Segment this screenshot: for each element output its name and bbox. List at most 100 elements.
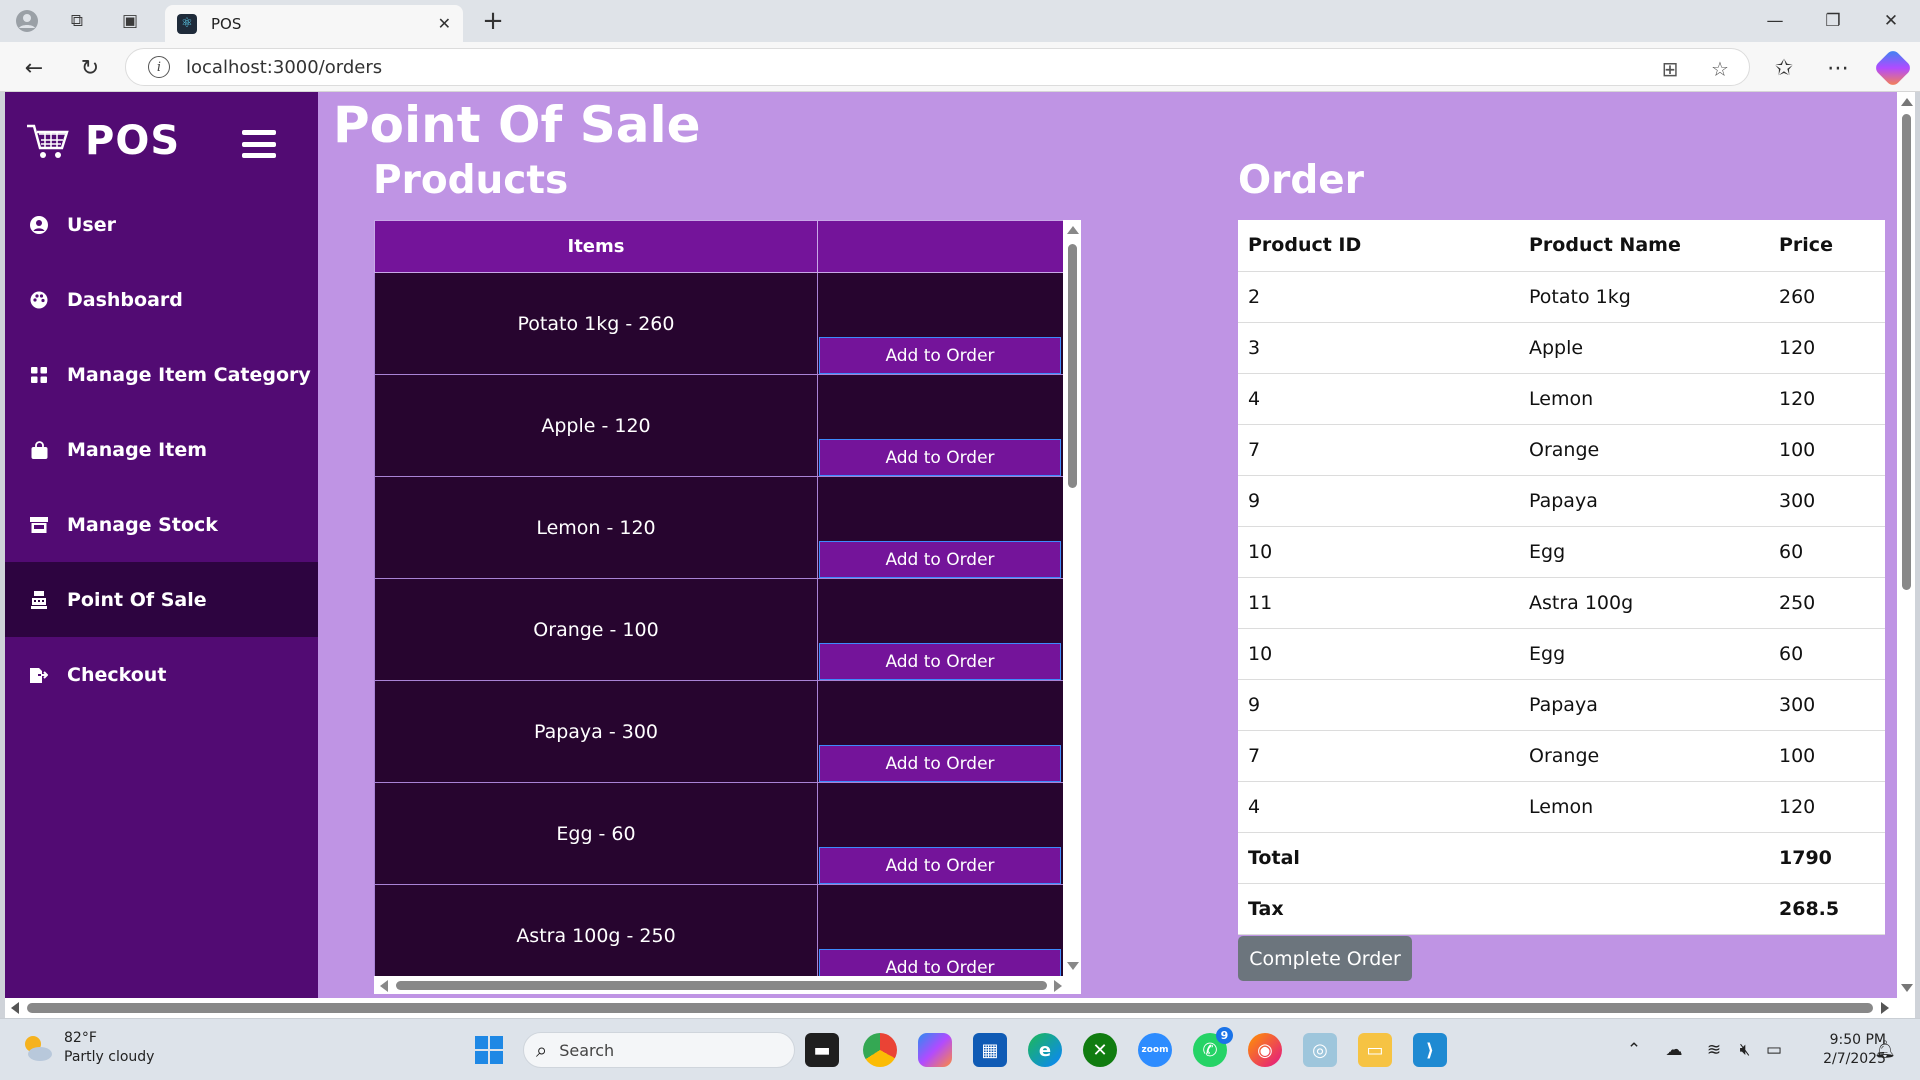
- firefox-icon[interactable]: ◉: [1248, 1033, 1282, 1067]
- file-explorer-icon[interactable]: ▭: [1358, 1033, 1392, 1067]
- scrollbar-thumb[interactable]: [1068, 244, 1077, 488]
- copilot-icon[interactable]: [1873, 48, 1913, 88]
- complete-order-button[interactable]: Complete Order: [1238, 936, 1412, 981]
- restore-icon[interactable]: ❐: [1818, 8, 1848, 34]
- task-view-icon[interactable]: ▬: [805, 1033, 839, 1067]
- table-row: Lemon - 120 Add to Order: [374, 476, 1064, 579]
- add-to-order-button[interactable]: Add to Order: [819, 439, 1061, 476]
- hamburger-menu-icon[interactable]: [242, 130, 276, 158]
- microsoft-store-icon[interactable]: ▦: [973, 1033, 1007, 1067]
- add-to-order-button[interactable]: Add to Order: [819, 541, 1061, 578]
- sidebar-item-dashboard[interactable]: Dashboard: [5, 262, 318, 337]
- add-to-order-button[interactable]: Add to Order: [819, 847, 1061, 884]
- cell-product-id: 9: [1238, 475, 1519, 527]
- sidebar-item-manage-item-category[interactable]: Manage Item Category: [5, 337, 318, 412]
- products-vertical-scrollbar[interactable]: [1063, 220, 1081, 976]
- favorite-star-icon[interactable]: ☆: [1708, 57, 1732, 81]
- notifications-bell-icon[interactable]: 🔔︎: [1873, 1039, 1897, 1061]
- volume-mute-icon[interactable]: 🔇︎: [1733, 1039, 1757, 1061]
- scroll-right-icon[interactable]: [1054, 980, 1062, 992]
- scroll-up-icon[interactable]: [1067, 226, 1079, 234]
- info-icon[interactable]: i: [148, 56, 170, 78]
- order-table: Product ID Product Name Price 2 Potato 1k…: [1238, 220, 1885, 935]
- products-table-container[interactable]: Items Potato 1kg - 260 Add to Order Appl…: [374, 220, 1081, 994]
- scroll-left-icon[interactable]: [380, 980, 388, 992]
- cell-price: 120: [1769, 781, 1885, 833]
- tab-pos[interactable]: ⚛ POS ✕: [165, 5, 463, 42]
- sidebar-item-point-of-sale[interactable]: Point Of Sale: [5, 562, 318, 637]
- scroll-down-icon[interactable]: [1067, 962, 1079, 970]
- empty-cell: [1519, 883, 1769, 935]
- cell-product-name: Papaya: [1519, 679, 1769, 731]
- sidebar-item-checkout[interactable]: Checkout: [5, 637, 318, 712]
- vscode-icon[interactable]: ⟩: [1413, 1033, 1447, 1067]
- refresh-icon[interactable]: ↻: [74, 52, 106, 84]
- address-bar: ← ↻ i localhost:3000/orders ⊞ ☆ ✩ ⋯: [0, 42, 1920, 92]
- products-horizontal-scrollbar[interactable]: [374, 976, 1081, 994]
- battery-icon[interactable]: ▭: [1762, 1039, 1786, 1061]
- more-options-icon[interactable]: ⋯: [1822, 52, 1854, 84]
- empty-cell: [1519, 832, 1769, 884]
- app-available-icon[interactable]: ⊞: [1658, 57, 1682, 81]
- action-cell: Add to Order: [817, 374, 1064, 477]
- edge-icon[interactable]: e: [1028, 1033, 1062, 1067]
- add-to-order-button[interactable]: Add to Order: [819, 337, 1061, 374]
- cell-price: 60: [1769, 526, 1885, 578]
- scroll-right-icon[interactable]: [1881, 1002, 1889, 1014]
- chevron-up-icon[interactable]: ⌃: [1622, 1039, 1646, 1061]
- new-tab-button[interactable]: +: [478, 6, 508, 36]
- chat-app-icon[interactable]: ◎: [1303, 1033, 1337, 1067]
- add-to-order-button[interactable]: Add to Order: [819, 643, 1061, 680]
- profile-icon[interactable]: [14, 8, 40, 34]
- url-text[interactable]: localhost:3000/orders: [186, 57, 382, 78]
- page-vertical-scrollbar[interactable]: [1897, 92, 1915, 998]
- zoom-icon[interactable]: zoom: [1138, 1033, 1172, 1067]
- cell-product-id: 7: [1238, 424, 1519, 476]
- workspaces-icon[interactable]: ⧉: [64, 8, 90, 34]
- scroll-left-icon[interactable]: [11, 1002, 19, 1014]
- scroll-down-icon[interactable]: [1901, 984, 1913, 992]
- scrollbar-thumb[interactable]: [1902, 114, 1911, 590]
- cash-register-icon: [27, 588, 51, 612]
- chrome-icon[interactable]: [863, 1033, 897, 1067]
- sidebar-item-label: User: [67, 213, 116, 236]
- cell-product-name: Egg: [1519, 628, 1769, 680]
- close-icon[interactable]: ✕: [438, 14, 451, 33]
- cell-product-name: Orange: [1519, 730, 1769, 782]
- vertical-tabs-icon[interactable]: ▣: [117, 8, 143, 34]
- url-field[interactable]: i localhost:3000/orders ⊞ ☆: [125, 48, 1750, 86]
- sidebar-item-manage-stock[interactable]: Manage Stock: [5, 487, 318, 562]
- sidebar-item-user[interactable]: User: [5, 187, 318, 262]
- cell-product-name: Apple: [1519, 322, 1769, 374]
- table-row: 3 Apple 120: [1238, 322, 1885, 374]
- scrollbar-thumb[interactable]: [396, 981, 1047, 990]
- page-title: Point Of Sale: [333, 96, 701, 154]
- sidebar-item-manage-item[interactable]: Manage Item: [5, 412, 318, 487]
- weather-widget[interactable]: 82°F Partly cloudy: [20, 1029, 154, 1067]
- sidebar-item-label: Manage Item: [67, 438, 208, 461]
- table-row: 9 Papaya 300: [1238, 679, 1885, 731]
- wifi-icon[interactable]: ≋: [1702, 1039, 1726, 1061]
- scroll-up-icon[interactable]: [1901, 98, 1913, 106]
- page-horizontal-scrollbar[interactable]: [5, 998, 1915, 1018]
- scrollbar-thumb[interactable]: [27, 1003, 1873, 1013]
- whatsapp-icon[interactable]: ✆ 9: [1193, 1027, 1233, 1067]
- sidebar-nav: User Dashboard Manage Item Category Mana…: [5, 187, 318, 712]
- onedrive-icon[interactable]: ☁: [1662, 1039, 1686, 1061]
- minimize-icon[interactable]: —: [1760, 8, 1790, 34]
- cell-price: 100: [1769, 424, 1885, 476]
- taskbar: 82°F Partly cloudy ⌕ Search ▬ ▦ e ✕ zoom…: [0, 1018, 1920, 1080]
- window-close-icon[interactable]: ✕: [1876, 8, 1906, 34]
- favorites-icon[interactable]: ✩: [1768, 52, 1800, 84]
- cell-product-name: Lemon: [1519, 781, 1769, 833]
- add-to-order-button[interactable]: Add to Order: [819, 745, 1061, 782]
- back-icon[interactable]: ←: [18, 52, 50, 84]
- product-cell: Astra 100g - 250: [374, 884, 818, 987]
- column-header-price: Price: [1769, 220, 1885, 272]
- taskbar-search-input[interactable]: ⌕ Search: [523, 1032, 795, 1068]
- cell-product-id: 4: [1238, 781, 1519, 833]
- brand-title: POS: [85, 118, 181, 164]
- xbox-icon[interactable]: ✕: [1083, 1033, 1117, 1067]
- copilot-app-icon[interactable]: [918, 1033, 952, 1067]
- windows-start-icon[interactable]: [472, 1033, 506, 1067]
